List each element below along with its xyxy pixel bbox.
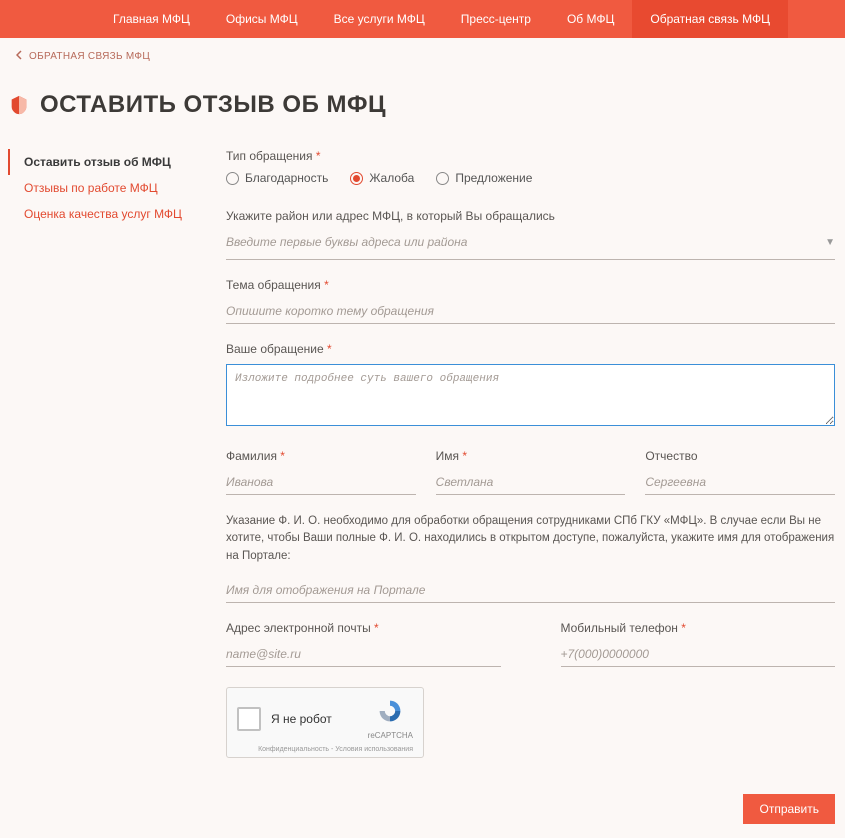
page-title: ОСТАВИТЬ ОТЗЫВ ОБ МФЦ: [40, 91, 386, 119]
sidebar: Оставить отзыв об МФЦ Отзывы по работе М…: [8, 149, 216, 227]
type-radio-group: Благодарность Жалоба Предложение: [226, 171, 835, 185]
nav-item-services[interactable]: Все услуги МФЦ: [316, 0, 443, 38]
title-row: ОСТАВИТЬ ОТЗЫВ ОБ МФЦ: [0, 63, 845, 149]
sidebar-item-quality[interactable]: Оценка качества услуг МФЦ: [8, 201, 216, 227]
nav-item-feedback[interactable]: Обратная связь МФЦ: [632, 0, 788, 38]
recaptcha-terms[interactable]: Конфиденциальность - Условия использован…: [237, 746, 413, 753]
recaptcha-brand: reCAPTCHA: [368, 731, 413, 740]
email-input[interactable]: [226, 643, 501, 667]
recaptcha-checkbox[interactable]: [237, 707, 261, 731]
nav-item-offices[interactable]: Офисы МФЦ: [208, 0, 316, 38]
form-main: Тип обращения * Благодарность Жалоба Пре…: [216, 149, 845, 838]
display-name-input[interactable]: [226, 579, 835, 603]
radio-suggestion[interactable]: Предложение: [436, 171, 532, 185]
logo-icon: [8, 94, 30, 116]
chevron-down-icon: ▼: [825, 237, 835, 248]
radio-complaint[interactable]: Жалоба: [350, 171, 414, 185]
firstname-input[interactable]: [436, 471, 626, 495]
breadcrumb-label: ОБРАТНАЯ СВЯЗЬ МФЦ: [29, 51, 150, 62]
district-select[interactable]: ▼: [226, 231, 835, 260]
fio-hint: Указание Ф. И. О. необходимо для обработ…: [226, 513, 835, 565]
message-textarea[interactable]: [226, 364, 835, 426]
recaptcha-logo-icon: reCAPTCHA: [368, 698, 413, 740]
email-label: Адрес электронной почты *: [226, 621, 501, 635]
subject-input[interactable]: [226, 300, 835, 324]
recaptcha-widget: Я не робот reCAPTCHA Конфиденциальность …: [226, 687, 424, 758]
breadcrumb[interactable]: ОБРАТНАЯ СВЯЗЬ МФЦ: [0, 38, 845, 63]
message-label: Ваше обращение *: [226, 342, 835, 356]
patronymic-label: Отчество: [645, 449, 835, 463]
district-input[interactable]: [226, 231, 825, 254]
subject-label: Тема обращения *: [226, 278, 835, 292]
phone-label: Мобильный телефон *: [561, 621, 836, 635]
type-label: Тип обращения *: [226, 149, 835, 163]
recaptcha-label: Я не робот: [271, 712, 332, 726]
top-nav: Главная МФЦ Офисы МФЦ Все услуги МФЦ Пре…: [0, 0, 845, 38]
radio-thanks-label: Благодарность: [245, 171, 328, 185]
radio-complaint-label: Жалоба: [369, 171, 414, 185]
nav-item-press[interactable]: Пресс-центр: [443, 0, 549, 38]
submit-button[interactable]: Отправить: [743, 794, 835, 824]
lastname-input[interactable]: [226, 471, 416, 495]
nav-item-about[interactable]: Об МФЦ: [549, 0, 632, 38]
patronymic-input[interactable]: [645, 471, 835, 495]
district-label: Укажите район или адрес МФЦ, в который В…: [226, 209, 835, 223]
sidebar-item-leave-review[interactable]: Оставить отзыв об МФЦ: [8, 149, 216, 175]
lastname-label: Фамилия *: [226, 449, 416, 463]
phone-input[interactable]: [561, 643, 836, 667]
sidebar-item-reviews[interactable]: Отзывы по работе МФЦ: [8, 175, 216, 201]
firstname-label: Имя *: [436, 449, 626, 463]
radio-thanks[interactable]: Благодарность: [226, 171, 328, 185]
radio-suggestion-label: Предложение: [455, 171, 532, 185]
back-arrow-icon: [16, 50, 23, 63]
nav-item-main[interactable]: Главная МФЦ: [95, 0, 208, 38]
